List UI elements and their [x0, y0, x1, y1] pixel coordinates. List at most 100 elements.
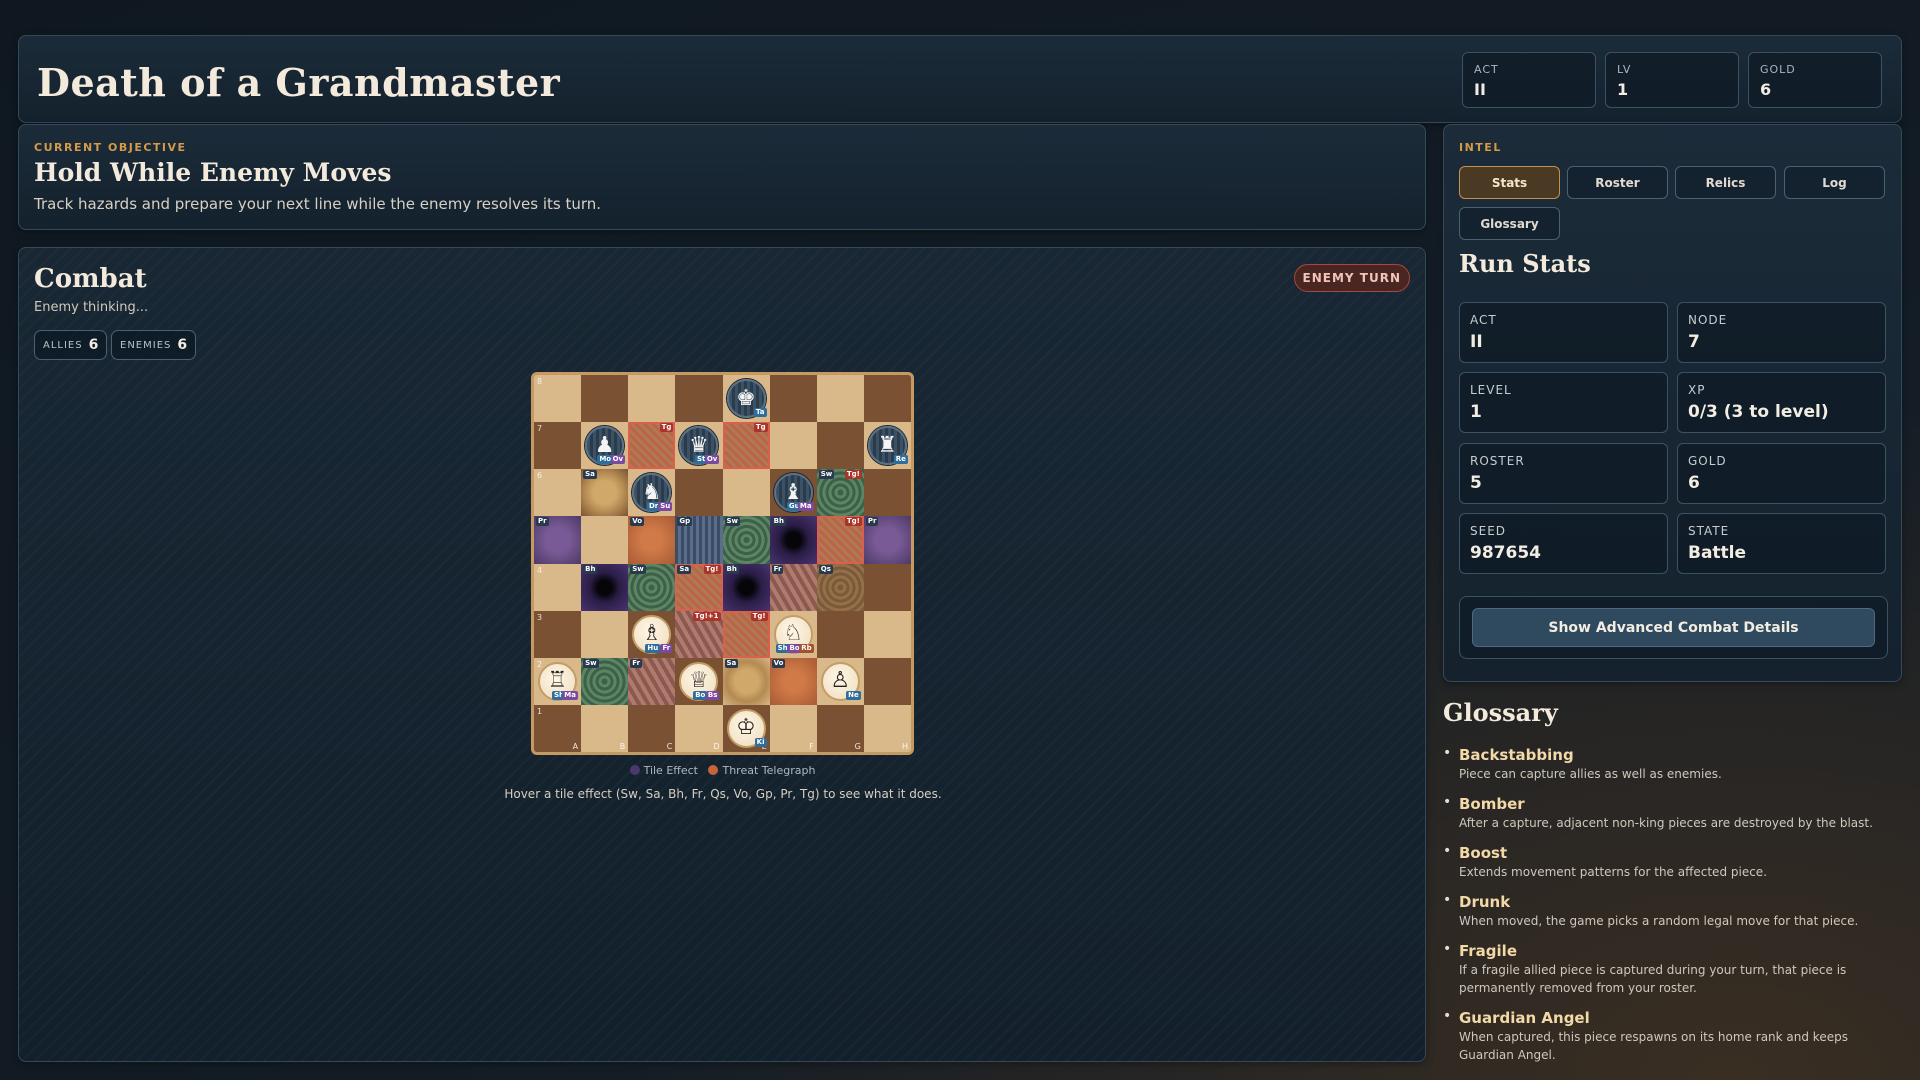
board-square[interactable]: Bh — [581, 563, 629, 611]
board-square[interactable]: ♚ Ta — [722, 375, 770, 423]
board-square[interactable]: 6 — [534, 469, 582, 517]
board-square[interactable] — [581, 516, 629, 564]
board-square[interactable] — [675, 375, 723, 423]
chess-board[interactable]: 8 ♚ Ta 7 ♟ Mo Ov Tg ♛ St Ov Tg ♜ Re 6 Sa ♞ Dr Su ♝ Gu Ma Sw Tg!… — [531, 372, 914, 755]
ally-piece[interactable]: ♙ Ne — [820, 661, 861, 701]
board-square[interactable]: Tg — [722, 422, 770, 470]
board-square[interactable]: ♝ Gu Ma — [769, 469, 817, 517]
ally-piece[interactable]: ♔ Ki — [726, 708, 767, 748]
glossary-term: Guardian Angel — [1459, 1009, 1590, 1027]
board-square[interactable]: Gp — [675, 516, 723, 564]
tab-stats[interactable]: Stats — [1459, 166, 1560, 199]
ally-piece[interactable]: ♘ Sh Bo Rb — [773, 614, 814, 654]
board-square[interactable] — [581, 610, 629, 658]
tab-glossary[interactable]: Glossary — [1459, 207, 1560, 240]
board-square[interactable]: ♜ Re — [863, 422, 911, 470]
board-square[interactable]: Sa Tg! — [675, 563, 723, 611]
board-square[interactable]: F — [769, 704, 817, 752]
tab-relics[interactable]: Relics — [1675, 166, 1776, 199]
ally-piece[interactable]: ♕ Bo Bs — [679, 661, 720, 701]
board-square[interactable]: Bh — [769, 516, 817, 564]
board-square[interactable]: H — [863, 704, 911, 752]
board-square[interactable] — [675, 469, 723, 517]
board-square[interactable]: Sa — [722, 657, 770, 705]
board-square[interactable] — [628, 375, 676, 423]
board-square[interactable] — [722, 469, 770, 517]
enemy-piece[interactable]: ♛ St Ov — [679, 426, 720, 466]
board-square[interactable] — [769, 375, 817, 423]
board-square[interactable]: E♔Ki — [722, 704, 770, 752]
board-square[interactable] — [863, 657, 911, 705]
header-stat-value: 1 — [1617, 80, 1629, 99]
board-square[interactable]: Sw Tg! — [816, 469, 864, 517]
objective-title: Hold While Enemy Moves — [34, 158, 392, 187]
enemy-piece[interactable]: ♚ Ta — [726, 379, 767, 418]
board-square[interactable]: 1A — [534, 704, 582, 752]
stat-label: SEED — [1470, 524, 1507, 538]
board-square[interactable]: ♟ Mo Ov — [581, 422, 629, 470]
ally-piece[interactable]: ♗ Hu Fr — [632, 614, 673, 654]
board-square[interactable]: Fr — [628, 657, 676, 705]
glossary-description: After a capture, adjacent non-king piece… — [1459, 816, 1873, 830]
board-square[interactable]: 4 — [534, 563, 582, 611]
stat-label: NODE — [1688, 313, 1728, 327]
board-square[interactable]: Tg! — [722, 610, 770, 658]
ally-piece[interactable]: ♖ Sh Ma — [538, 661, 578, 701]
board-square[interactable] — [769, 422, 817, 470]
board-square[interactable] — [816, 422, 864, 470]
threat-telegraph-tag: Tg! — [844, 470, 862, 480]
enemies-label: ENEMIES — [120, 339, 172, 351]
board-square[interactable]: Sa — [581, 469, 629, 517]
board-square[interactable]: B — [581, 704, 629, 752]
board-square[interactable] — [816, 610, 864, 658]
board-square[interactable]: ♕ Bo Bs — [675, 657, 723, 705]
board-square[interactable]: D — [675, 704, 723, 752]
board-square[interactable]: Vo — [769, 657, 817, 705]
board-square[interactable]: Vo — [628, 516, 676, 564]
board-square[interactable]: Sw — [581, 657, 629, 705]
glossary-description: Piece can capture allies as well as enem… — [1459, 767, 1722, 781]
stat-label: STATE — [1688, 524, 1730, 538]
board-square[interactable] — [581, 375, 629, 423]
board-square[interactable]: 8 — [534, 375, 582, 423]
header-stat-label: ACT — [1474, 63, 1499, 76]
board-square[interactable]: C — [628, 704, 676, 752]
board-square[interactable]: ♛ St Ov — [675, 422, 723, 470]
enemy-piece[interactable]: ♟ Mo Ov — [585, 426, 626, 466]
board-square[interactable] — [863, 563, 911, 611]
board-square[interactable]: ♘ Sh Bo Rb — [769, 610, 817, 658]
board-square[interactable]: 2 ♖ Sh Ma — [534, 657, 582, 705]
tab-log[interactable]: Log — [1784, 166, 1885, 199]
board-square[interactable] — [863, 469, 911, 517]
board-square[interactable]: Fr — [769, 563, 817, 611]
board-square[interactable]: 5Pr — [534, 516, 582, 564]
board-square[interactable]: Pr — [863, 516, 911, 564]
board-square[interactable]: 7 — [534, 422, 582, 470]
board-square[interactable]: Qs — [816, 563, 864, 611]
board-square[interactable]: ♞ Dr Su — [628, 469, 676, 517]
board-square[interactable]: Tg! — [816, 516, 864, 564]
board-square[interactable]: ♙ Ne — [816, 657, 864, 705]
enemy-piece[interactable]: ♝ Gu Ma — [773, 473, 814, 513]
board-square[interactable]: Sw — [628, 563, 676, 611]
board-square[interactable]: Sw — [722, 516, 770, 564]
board-square[interactable] — [863, 610, 911, 658]
tab-roster[interactable]: Roster — [1567, 166, 1668, 199]
board-square[interactable]: 3 — [534, 610, 582, 658]
board-square[interactable] — [863, 375, 911, 423]
piece-glyph-icon: ♛ — [689, 432, 709, 458]
enemy-piece[interactable]: ♜ Re — [867, 426, 908, 466]
board-square[interactable]: Tg!+1 — [675, 610, 723, 658]
show-advanced-combat-details-button[interactable]: Show Advanced Combat Details — [1472, 608, 1875, 647]
enemy-piece[interactable]: ♞ Dr Su — [632, 473, 673, 513]
board-square[interactable]: ♗ Hu Fr — [628, 610, 676, 658]
piece-trait-tag: Ne — [846, 690, 861, 700]
tile-effect-tag: Sa — [677, 564, 692, 574]
board-square[interactable]: Tg — [628, 422, 676, 470]
tile-effect-tag: Sw — [583, 658, 599, 668]
board-square[interactable]: Bh — [722, 563, 770, 611]
board-square[interactable]: G — [816, 704, 864, 752]
file-label: D — [713, 742, 720, 751]
board-square[interactable] — [816, 375, 864, 423]
board-grid: 8 ♚ Ta 7 ♟ Mo Ov Tg ♛ St Ov Tg ♜ Re 6 Sa ♞ Dr Su ♝ Gu Ma Sw Tg!… — [534, 375, 911, 752]
